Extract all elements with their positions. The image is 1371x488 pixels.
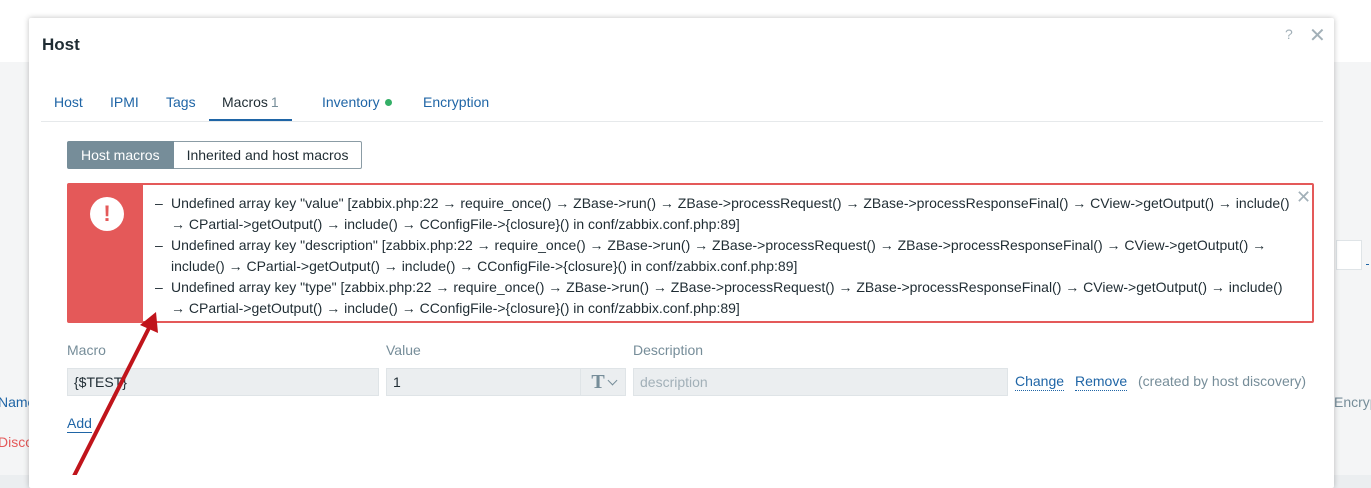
header-macro: Macro — [67, 342, 106, 358]
tab-encryption[interactable]: Encryption — [410, 90, 502, 119]
close-icon[interactable]: ✕ — [1296, 187, 1311, 208]
inventory-status-dot — [384, 99, 392, 106]
error-icon: ! — [90, 197, 124, 231]
tab-macros[interactable]: Macros 1 — [209, 90, 292, 121]
error-item: – Undefined array key "description" [zabb… — [155, 237, 1267, 274]
tab-inventory[interactable]: Inventory — [309, 90, 405, 119]
dialog-title: Host — [42, 35, 80, 54]
macro-input[interactable]: {$TEST} — [67, 368, 379, 396]
add-macro-link[interactable]: Add — [67, 415, 92, 433]
error-message-box: ! ✕ – Undefined array key "value" [zabbix… — [67, 183, 1314, 323]
header-description: Description — [633, 342, 704, 358]
discovery-note: (created by host discovery) — [1138, 373, 1307, 389]
error-sidebar: ! — [69, 185, 143, 321]
tab-host[interactable]: Host — [41, 90, 96, 119]
error-list: – Undefined array key "value" [zabbix.php… — [155, 193, 1295, 319]
tab-bar: Host IPMI Tags Macros 1 Inventory Encrypt… — [41, 90, 1323, 122]
background-column-encryption: Encryption — [1334, 394, 1371, 410]
host-dialog: Host ? ✕ Host IPMI Tags Macros 1 Inventor… — [29, 18, 1334, 488]
tab-tags[interactable]: Tags — [153, 90, 209, 119]
error-item: – Undefined array key "value" [zabbix.php… — [155, 195, 1290, 232]
remove-link[interactable]: Remove — [1075, 373, 1128, 391]
macro-view-switch: Host macros Inherited and host macros — [67, 141, 363, 169]
change-link[interactable]: Change — [1015, 373, 1065, 391]
error-item: – Undefined array key "type" [zabbix.php:… — [155, 279, 1283, 316]
tab-ipmi[interactable]: IPMI — [97, 90, 152, 119]
close-icon[interactable]: ✕ — [1309, 23, 1326, 48]
help-icon[interactable]: ? — [1285, 26, 1293, 42]
description-input[interactable]: description — [633, 368, 1008, 396]
macros-count-badge: 1 — [270, 94, 279, 110]
text-type-icon: T — [591, 371, 605, 393]
background-link — [1366, 244, 1369, 265]
inherited-macros-button[interactable]: Inherited and host macros — [173, 141, 363, 169]
chevron-down-icon — [607, 375, 618, 385]
header-value: Value — [386, 342, 421, 358]
host-macros-button[interactable]: Host macros — [67, 141, 174, 169]
value-type-dropdown[interactable]: T — [580, 369, 626, 395]
background-input — [1336, 240, 1362, 270]
